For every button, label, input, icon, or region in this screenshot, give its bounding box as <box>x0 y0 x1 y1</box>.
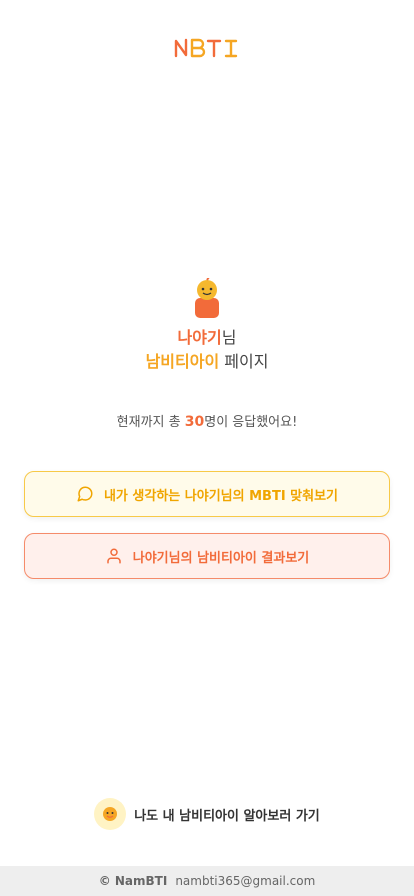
guess-mbti-button[interactable]: 내가 생각하는 나야기님의 MBTI 맞춰보기 <box>24 471 390 517</box>
logo-icon <box>174 38 238 58</box>
response-count: 현재까지 총 30명이 응답했어요! <box>0 411 414 430</box>
footer: © NamBTI nambti365@gmail.com <box>0 866 414 896</box>
avatar <box>94 798 127 830</box>
user-icon <box>107 548 121 564</box>
try-yourself-label: 나도 내 남비티아이 알아보러 가기 <box>134 808 320 824</box>
profile-name: 나야기님 <box>0 324 414 348</box>
chat-bubble-icon <box>77 486 93 502</box>
view-result-label: 나야기님의 남비티아이 결과보기 <box>132 550 310 566</box>
brand-name: 남비티아이 <box>145 352 220 371</box>
mascot-illustration <box>0 278 414 320</box>
try-yourself-link[interactable]: 나도 내 남비티아이 알아보러 가기 <box>0 798 414 830</box>
mascot-avatar-icon <box>103 807 118 821</box>
guess-mbti-label: 내가 생각하는 나야기님의 MBTI 맞춰보기 <box>103 488 339 504</box>
user-name: 나야기 <box>177 328 222 347</box>
footer-copyright: © NamBTI <box>98 874 168 888</box>
page-title: 남비티아이 페이지 <box>0 348 414 372</box>
count-prefix: 현재까지 총 <box>116 415 185 430</box>
mascot-icon <box>195 278 219 318</box>
count-number: 30 <box>184 414 205 430</box>
app-logo[interactable] <box>0 36 414 60</box>
footer-email[interactable]: nambti365@gmail.com <box>175 874 315 888</box>
page-suffix: 페이지 <box>219 352 269 371</box>
count-suffix: 명이 응답했어요! <box>204 415 298 430</box>
name-suffix: 님 <box>221 328 237 347</box>
view-result-button[interactable]: 나야기님의 남비티아이 결과보기 <box>24 533 390 579</box>
